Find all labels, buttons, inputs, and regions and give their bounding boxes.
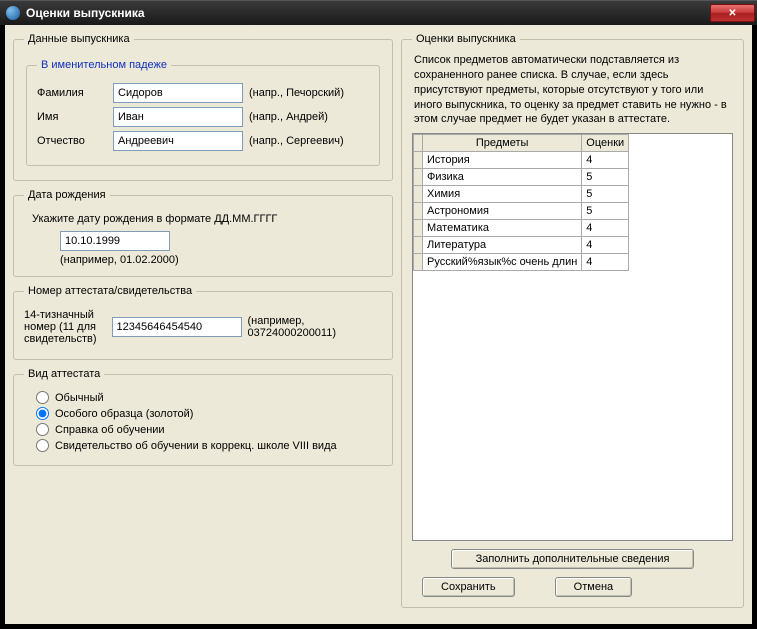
grades-description: Список предметов автоматически подставля… [412, 53, 733, 127]
table-row[interactable]: Литература4 [414, 237, 629, 254]
group-certificate-legend: Номер аттестата/свидетельства [24, 285, 196, 297]
group-cert-type: Вид аттестата Обычный Особого образца (з… [13, 368, 393, 466]
table-row[interactable]: Физика5 [414, 169, 629, 186]
patronymic-label: Отчество [37, 135, 107, 147]
patronymic-input[interactable] [113, 131, 243, 151]
name-hint: (напр., Андрей) [249, 111, 328, 123]
cert-number-input[interactable] [112, 317, 242, 337]
cell-grade[interactable]: 4 [582, 237, 629, 254]
cell-subject[interactable]: История [423, 152, 582, 169]
table-row[interactable]: Астрономия5 [414, 203, 629, 220]
dob-input[interactable] [60, 231, 170, 251]
cell-subject[interactable]: Химия [423, 186, 582, 203]
radio-ordinary-label: Обычный [55, 392, 104, 404]
row-selector[interactable] [414, 203, 423, 220]
group-name-case: В именительном падеже Фамилия (напр., Пе… [26, 59, 380, 166]
window-title: Оценки выпускника [26, 6, 145, 20]
group-cert-type-legend: Вид аттестата [24, 368, 104, 380]
cell-grade[interactable]: 5 [582, 203, 629, 220]
radio-reference[interactable] [36, 423, 49, 436]
dob-hint: (например, 01.02.2000) [60, 254, 382, 266]
name-input[interactable] [113, 107, 243, 127]
dob-instruction: Укажите дату рождения в формате ДД.ММ.ГГ… [32, 213, 382, 225]
group-dob: Дата рождения Укажите дату рождения в фо… [13, 189, 393, 277]
radio-correctional-label: Свидетельство об обучении в коррекц. шко… [55, 440, 337, 452]
column-header-grade[interactable]: Оценки [582, 135, 629, 152]
radio-gold-label: Особого образца (золотой) [55, 408, 193, 420]
patronymic-hint: (напр., Сергеевич) [249, 135, 344, 147]
cert-hint: (например, 03724000200011) [248, 315, 382, 339]
name-label: Имя [37, 111, 107, 123]
surname-hint: (напр., Печорский) [249, 87, 344, 99]
cell-subject[interactable]: Математика [423, 220, 582, 237]
app-icon [6, 6, 20, 20]
row-selector[interactable] [414, 186, 423, 203]
table-row[interactable]: Математика4 [414, 220, 629, 237]
radio-ordinary[interactable] [36, 391, 49, 404]
cert-label: 14-тизначный номер (11 для свидетельств) [24, 309, 106, 345]
cell-subject[interactable]: Литература [423, 237, 582, 254]
table-row[interactable]: Химия5 [414, 186, 629, 203]
save-button[interactable]: Сохранить [422, 577, 515, 597]
cell-grade[interactable]: 5 [582, 169, 629, 186]
titlebar[interactable]: Оценки выпускника ✕ [0, 0, 757, 25]
row-selector[interactable] [414, 254, 423, 271]
cell-grade[interactable]: 4 [582, 220, 629, 237]
surname-input[interactable] [113, 83, 243, 103]
table-row[interactable]: История4 [414, 152, 629, 169]
column-header-subject[interactable]: Предметы [423, 135, 582, 152]
cancel-button[interactable]: Отмена [555, 577, 632, 597]
group-name-case-legend: В именительном падеже [37, 59, 171, 71]
group-student-data: Данные выпускника В именительном падеже … [13, 33, 393, 181]
cell-subject[interactable]: Астрономия [423, 203, 582, 220]
row-selector[interactable] [414, 152, 423, 169]
cell-grade[interactable]: 4 [582, 152, 629, 169]
radio-correctional[interactable] [36, 439, 49, 452]
group-grades: Оценки выпускника Список предметов автом… [401, 33, 744, 608]
cell-subject[interactable]: Физика [423, 169, 582, 186]
grid-row-selector-header [414, 135, 423, 152]
row-selector[interactable] [414, 237, 423, 254]
fill-extra-button[interactable]: Заполнить дополнительные сведения [451, 549, 695, 569]
cell-subject[interactable]: Русский%язык%с очень длин [423, 254, 582, 271]
row-selector[interactable] [414, 220, 423, 237]
group-dob-legend: Дата рождения [24, 189, 110, 201]
group-certificate: Номер аттестата/свидетельства 14-тизначн… [13, 285, 393, 360]
cell-grade[interactable]: 4 [582, 254, 629, 271]
row-selector[interactable] [414, 169, 423, 186]
window-frame: Оценки выпускника ✕ Данные выпускника В … [0, 0, 757, 629]
table-row[interactable]: Русский%язык%с очень длин4 [414, 254, 629, 271]
group-grades-legend: Оценки выпускника [412, 33, 520, 45]
surname-label: Фамилия [37, 87, 107, 99]
group-student-data-legend: Данные выпускника [24, 33, 134, 45]
close-icon[interactable]: ✕ [710, 4, 755, 22]
client-area: Данные выпускника В именительном падеже … [5, 25, 752, 624]
grades-grid[interactable]: Предметы Оценки История4Физика5Химия5Аст… [412, 133, 733, 541]
radio-gold[interactable] [36, 407, 49, 420]
radio-reference-label: Справка об обучении [55, 424, 165, 436]
cell-grade[interactable]: 5 [582, 186, 629, 203]
